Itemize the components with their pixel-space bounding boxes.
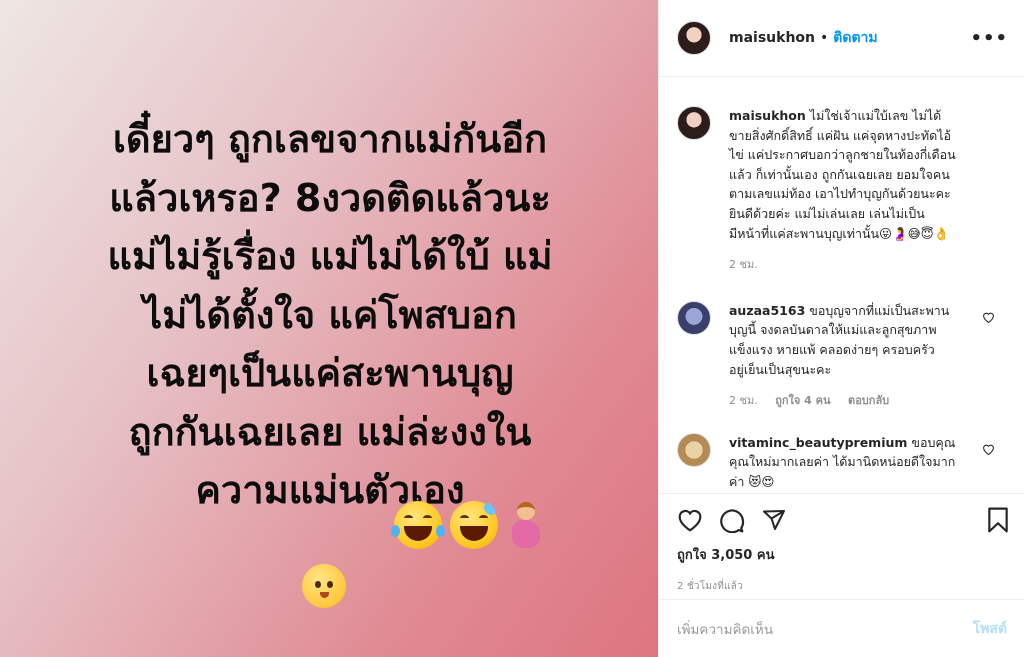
avatar[interactable] xyxy=(677,106,711,140)
post-image-text: เดี๋ยวๆ ถูกเลขจากแม่กันอีก แล้วเหรอ? 8งว… xyxy=(107,117,553,512)
like-comment-icon[interactable] xyxy=(982,443,995,455)
post-header: maisukhon • ติดตาม ••• xyxy=(659,0,1024,77)
post-image-emojis xyxy=(0,500,658,608)
comment-username[interactable]: maisukhon xyxy=(729,108,806,123)
avatar[interactable] xyxy=(677,300,711,335)
comments-list[interactable]: maisukhon ไม่ใช่เจ้าแม่ใบ้เลข ไม่ได้ขายสิ… xyxy=(659,78,1024,492)
avatar[interactable] xyxy=(677,432,711,467)
follow-button[interactable]: ติดตาม xyxy=(833,27,877,49)
more-icon[interactable]: ••• xyxy=(970,28,1008,49)
post-comment-button[interactable]: โพสต์ xyxy=(973,618,1007,640)
pregnant-woman-icon xyxy=(506,500,544,550)
comment-time[interactable]: 2 ชม. xyxy=(729,258,758,271)
face-with-tears-of-joy-icon xyxy=(391,501,445,549)
likes-count[interactable]: ถูกใจ 3,050 คน xyxy=(659,544,1024,565)
post-image[interactable]: เดี๋ยวๆ ถูกเลขจากแม่กันอีก แล้วเหรอ? 8งว… xyxy=(0,0,658,657)
comment-item: auzaa5163 ขอบุญจากที่แม่เป็นสะพานบุญนี้ จ… xyxy=(659,300,1024,411)
header-username[interactable]: maisukhon xyxy=(729,30,815,46)
like-comment-icon[interactable] xyxy=(982,311,995,323)
header-separator: • xyxy=(820,30,829,46)
baby-icon xyxy=(302,564,346,608)
comment-item: vitaminc_beautypremium ขอบคุณคุณใหม่มากเล… xyxy=(659,432,1024,492)
comment-input[interactable]: เพิ่มความคิดเห็น xyxy=(677,618,773,640)
heart-icon[interactable] xyxy=(677,508,703,532)
caption-comment: maisukhon ไม่ใช่เจ้าแม่ใบ้เลข ไม่ได้ขายสิ… xyxy=(659,78,1024,275)
post-sidebar: maisukhon • ติดตาม ••• maisukhon ไม่ใช่เจ… xyxy=(658,0,1024,657)
post-time[interactable]: 2 ชั่วโมงที่แล้ว xyxy=(659,579,1024,594)
comment-time[interactable]: 2 ชม. xyxy=(729,394,758,407)
comment-username[interactable]: auzaa5163 xyxy=(729,303,805,318)
share-icon[interactable] xyxy=(761,508,787,532)
grinning-face-with-sweat-icon xyxy=(450,501,498,549)
bookmark-icon[interactable] xyxy=(987,507,1009,533)
comment-text: ไม่ใช่เจ้าแม่ใบ้เลข ไม่ได้ขายสิ่งศักดิ์ส… xyxy=(729,108,956,241)
comment-username[interactable]: vitaminc_beautypremium xyxy=(729,435,907,450)
add-comment-bar: เพิ่มความคิดเห็น โพสต์ xyxy=(659,599,1024,657)
comment-likes[interactable]: ถูกใจ 4 คน xyxy=(775,394,830,407)
reply-button[interactable]: ตอบกลับ xyxy=(848,394,889,407)
avatar[interactable] xyxy=(677,21,711,55)
comment-icon[interactable] xyxy=(719,507,745,533)
post-actions: ถูกใจ 3,050 คน 2 ชั่วโมงที่แล้ว xyxy=(659,493,1024,594)
